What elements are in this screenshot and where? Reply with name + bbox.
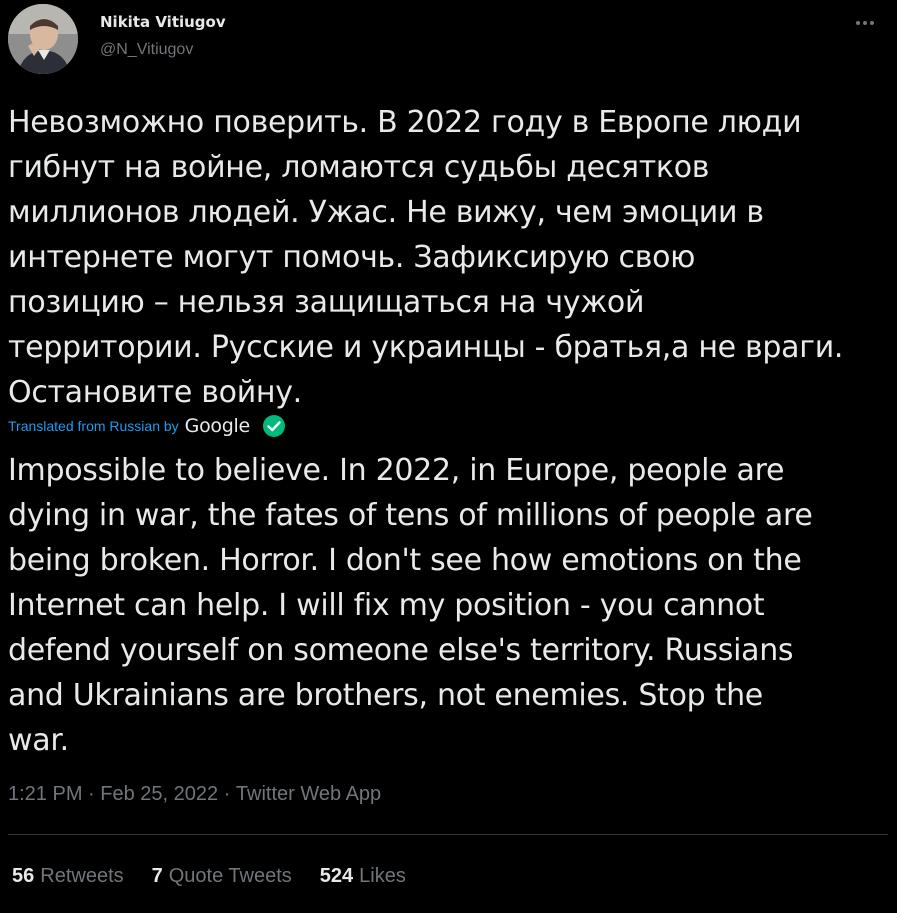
likes-count: 524 <box>319 865 354 887</box>
quote-tweets-stat[interactable]: 7 Quote Tweets <box>152 862 292 890</box>
retweets-count: 56 <box>12 865 35 887</box>
dot <box>863 21 867 25</box>
retweets-stat[interactable]: 56 Retweets <box>12 862 124 890</box>
user-names: Nikita Vitiugov @N_Vitiugov <box>100 12 226 61</box>
user-handle[interactable]: @N_Vitiugov <box>100 39 226 61</box>
quote-tweets-label: Quote Tweets <box>168 865 292 887</box>
more-options-icon[interactable] <box>852 12 878 34</box>
dot <box>870 21 874 25</box>
translation-attribution: Translated from Russian by Google <box>8 411 286 441</box>
tweet-translated-text: Impossible to believe. In 2022, in Europ… <box>8 453 813 758</box>
separator: · <box>82 783 101 805</box>
tweet-metadata: 1:21 PM · Feb 25, 2022 · Twitter Web App <box>8 780 381 808</box>
tweet-time[interactable]: 1:21 PM <box>8 780 82 808</box>
retweets-label: Retweets <box>40 865 124 887</box>
tweet-stats: 56 Retweets 7 Quote Tweets 524 Likes <box>12 862 434 890</box>
tweet-date[interactable]: Feb 25, 2022 <box>100 780 218 808</box>
quote-tweets-count: 7 <box>151 865 163 887</box>
tweet-header: Nikita Vitiugov @N_Vitiugov <box>8 4 888 74</box>
tweet-source[interactable]: Twitter Web App <box>236 780 381 808</box>
google-logo: Google <box>184 415 251 437</box>
tweet: Nikita Vitiugov @N_Vitiugov Невозможно п… <box>0 0 897 913</box>
avatar-image <box>8 4 78 74</box>
dot <box>856 21 860 25</box>
avatar[interactable] <box>8 4 78 74</box>
likes-stat[interactable]: 524 Likes <box>320 862 406 890</box>
translated-from-link[interactable]: Translated from Russian by <box>8 418 179 434</box>
divider <box>8 834 888 835</box>
tweet-original-text: Невозможно поверить. В 2022 году в Европ… <box>8 105 844 410</box>
separator: · <box>218 783 236 805</box>
likes-label: Likes <box>359 865 406 887</box>
display-name[interactable]: Nikita Vitiugov <box>100 12 226 32</box>
check-circle-icon <box>262 415 285 437</box>
